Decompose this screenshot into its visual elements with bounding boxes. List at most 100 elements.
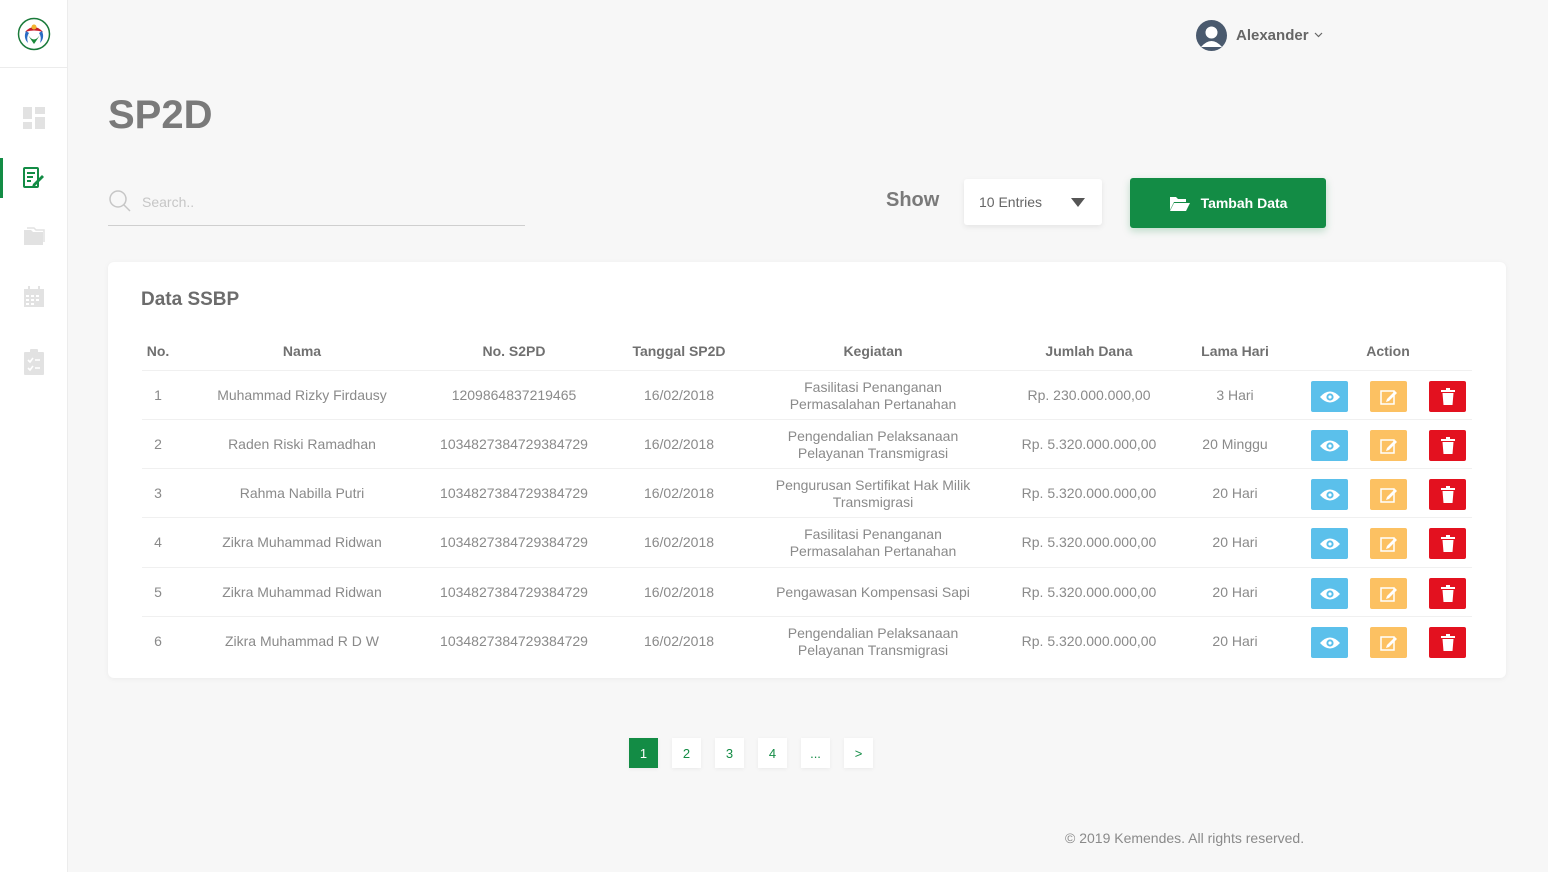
edit-button[interactable]	[1370, 578, 1407, 609]
user-menu[interactable]: Alexander	[1196, 19, 1323, 51]
cell-no: 1	[154, 387, 162, 403]
cell-jumlah-dana: Rp. 5.320.000.000,00	[1021, 436, 1157, 452]
trash-icon	[1440, 535, 1455, 552]
cell-lama-hari: 20 Hari	[1212, 534, 1258, 550]
calendar-icon	[24, 286, 44, 307]
cell-jumlah-dana: Rp. 5.320.000.000,00	[1021, 633, 1157, 649]
delete-button[interactable]	[1429, 627, 1466, 658]
table-row: 1 Muhammad Rizky Firdausy 1209864837219465…	[142, 370, 1472, 419]
page-button[interactable]: 1	[629, 738, 658, 768]
trash-icon	[1440, 437, 1455, 454]
logo[interactable]	[0, 0, 68, 68]
nav-calendar[interactable]	[0, 277, 68, 317]
cell-tanggal: 16/02/2018	[643, 436, 715, 452]
header-no: No.	[146, 343, 170, 359]
edit-button[interactable]	[1370, 381, 1407, 412]
edit-button[interactable]	[1370, 430, 1407, 461]
page-next-button[interactable]: >	[844, 738, 873, 768]
cell-no-s2pd: 1034827384729384729	[440, 436, 588, 452]
cell-nama: Zikra Muhammad R D W	[224, 633, 380, 649]
view-button[interactable]	[1311, 430, 1348, 461]
trash-icon	[1440, 634, 1455, 651]
cell-no-s2pd: 1034827384729384729	[440, 633, 588, 649]
cell-jumlah-dana: Rp. 5.320.000.000,00	[1021, 485, 1157, 501]
cell-kegiatan: Pengawasan Kompensasi Sapi	[776, 584, 970, 600]
delete-button[interactable]	[1429, 578, 1466, 609]
table-row: 6 Zikra Muhammad R D W 1034827384729384729…	[142, 616, 1472, 665]
card-title: Data SSBP	[141, 289, 240, 310]
cell-tanggal: 16/02/2018	[643, 485, 715, 501]
table-row: 4 Zikra Muhammad Ridwan 103482738472938472…	[142, 517, 1472, 566]
page-button[interactable]: 2	[672, 738, 701, 768]
cell-kegiatan: Fasilitasi Penanganan Permasalahan Perta…	[789, 525, 957, 559]
header-tanggal: Tanggal SP2D	[632, 343, 726, 359]
cell-no-s2pd: 1034827384729384729	[440, 485, 588, 501]
cell-kegiatan: Pengendalian Pelaksanaan Pelayanan Trans…	[787, 427, 959, 461]
eye-icon	[1319, 538, 1340, 549]
search-bar	[108, 187, 525, 226]
nav-dashboard[interactable]	[0, 98, 68, 138]
user-name: Alexander	[1236, 26, 1309, 44]
pencil-icon	[1379, 438, 1397, 454]
cell-no: 6	[154, 633, 162, 649]
cell-no-s2pd: 1034827384729384729	[440, 534, 588, 550]
header-kegiatan: Kegiatan	[843, 343, 903, 359]
cell-jumlah-dana: Rp. 5.320.000.000,00	[1021, 534, 1157, 550]
eye-icon	[1319, 489, 1340, 500]
page-button[interactable]: 3	[715, 738, 744, 768]
cell-kegiatan: Pengendalian Pelaksanaan Pelayanan Trans…	[787, 624, 959, 658]
delete-button[interactable]	[1429, 381, 1466, 412]
cell-no-s2pd: 1209864837219465	[451, 387, 577, 403]
view-button[interactable]	[1311, 528, 1348, 559]
trash-icon	[1440, 585, 1455, 602]
avatar	[1196, 19, 1227, 51]
cell-no-s2pd: 1034827384729384729	[440, 584, 588, 600]
clipboard-check-icon	[24, 349, 44, 375]
eye-icon	[1319, 391, 1340, 402]
view-button[interactable]	[1311, 479, 1348, 510]
eye-icon	[1319, 440, 1340, 451]
nav-sp2d[interactable]	[0, 158, 68, 198]
header-no-s2pd: No. S2PD	[482, 343, 546, 359]
edit-button[interactable]	[1370, 627, 1407, 658]
dashboard-icon	[23, 107, 45, 129]
table-row: 3 Rahma Nabilla Putri 1034827384729384729 1…	[142, 468, 1472, 517]
edit-button[interactable]	[1370, 528, 1407, 559]
table-row: 5 Zikra Muhammad Ridwan 103482738472938472…	[142, 567, 1472, 616]
nav-checklist[interactable]	[0, 342, 68, 382]
search-icon	[109, 190, 131, 212]
edit-button[interactable]	[1370, 479, 1407, 510]
delete-button[interactable]	[1429, 430, 1466, 461]
delete-button[interactable]	[1429, 528, 1466, 559]
folder-open-icon	[1169, 196, 1190, 211]
logo-emblem-icon	[17, 17, 51, 50]
cell-lama-hari: 20 Hari	[1212, 584, 1258, 600]
tambah-data-button[interactable]: Tambah Data	[1130, 178, 1326, 228]
cell-lama-hari: 20 Hari	[1212, 485, 1258, 501]
trash-icon	[1440, 388, 1455, 405]
view-button[interactable]	[1311, 627, 1348, 658]
search-input[interactable]	[142, 191, 512, 213]
edit-document-icon	[23, 167, 44, 188]
trash-icon	[1440, 486, 1455, 503]
tambah-data-label: Tambah Data	[1200, 195, 1288, 211]
delete-button[interactable]	[1429, 479, 1466, 510]
nav-folder[interactable]	[0, 217, 68, 257]
header-lama-hari: Lama Hari	[1201, 343, 1269, 359]
page-button[interactable]: ...	[801, 738, 830, 768]
view-button[interactable]	[1311, 578, 1348, 609]
page-button[interactable]: 4	[758, 738, 787, 768]
pencil-icon	[1379, 389, 1397, 405]
cell-kegiatan: Pengurusan Sertifikat Hak Milik Transmig…	[775, 476, 971, 510]
pencil-icon	[1379, 635, 1397, 651]
cell-nama: Zikra Muhammad Ridwan	[222, 584, 382, 600]
footer-copyright: © 2019 Kemendes. All rights reserved.	[1065, 830, 1305, 846]
caret-down-icon	[1071, 198, 1085, 207]
view-button[interactable]	[1311, 381, 1348, 412]
show-label: Show	[886, 189, 940, 211]
cell-nama: Raden Riski Ramadhan	[228, 436, 376, 452]
cell-no: 5	[154, 584, 162, 600]
cell-tanggal: 16/02/2018	[643, 534, 715, 550]
pencil-icon	[1379, 536, 1397, 552]
entries-select[interactable]: 10 Entries	[964, 179, 1102, 225]
